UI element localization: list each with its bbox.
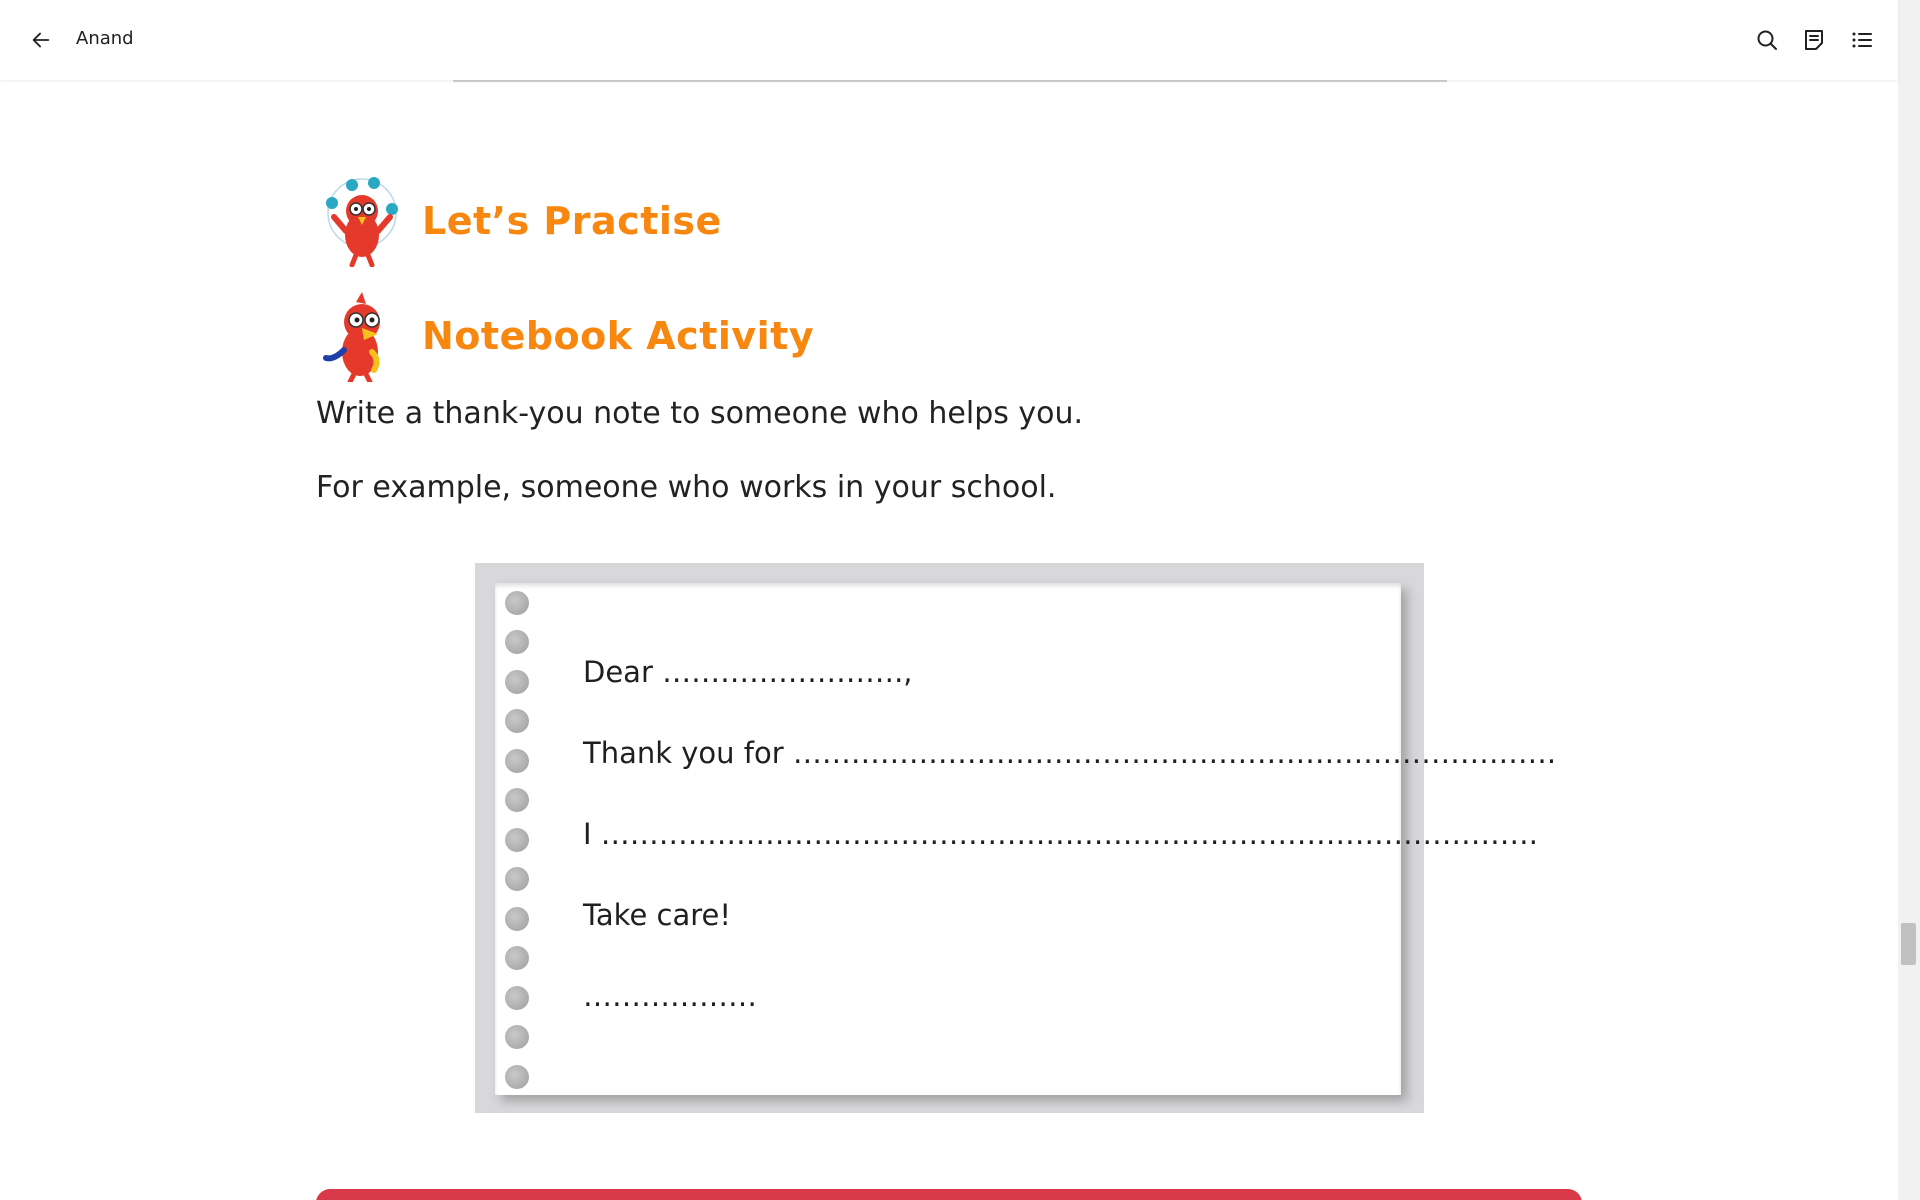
list-icon: [1852, 32, 1872, 48]
thank-you-note-image: Dear ……………………., Thank you for ……………………………: [475, 563, 1556, 1113]
reader-toolbar: Anand: [0, 0, 1898, 80]
binder-hole: [505, 749, 529, 773]
book-title: Anand: [76, 28, 134, 49]
instruction-text: Write a thank-you note to someone who he…: [316, 396, 1084, 431]
binder-hole: [505, 986, 529, 1010]
search-button[interactable]: [1751, 24, 1783, 56]
example-text: For example, someone who works in your s…: [316, 470, 1057, 505]
binder-hole: [505, 670, 529, 694]
binder-hole: [505, 1065, 529, 1089]
note-body-line: I …………………………………………………………………………………….: [583, 817, 1538, 851]
binder-hole: [505, 788, 529, 812]
binder-hole: [505, 709, 529, 733]
scrollbar-thumb[interactable]: [1901, 923, 1916, 965]
note-paper: Dear ……………………., Thank you for ……………………………: [495, 583, 1556, 1095]
notes-button[interactable]: [1798, 24, 1830, 56]
search-icon: [1757, 30, 1777, 50]
note-thanks-line: Thank you for ………………………………………………………………………: [583, 736, 1557, 770]
notebook-title: Notebook Activity: [422, 314, 815, 358]
binder-hole: [505, 630, 529, 654]
reader-content: Let’s Practise Notebook Activity Write a…: [0, 0, 1898, 1200]
juggling-mascot-icon: [326, 177, 398, 267]
notebook-activity-heading: Notebook Activity: [316, 290, 814, 382]
binder-hole: [505, 591, 529, 615]
binder-hole: [505, 907, 529, 931]
note-greeting: Dear …………………….,: [583, 655, 913, 689]
note-signature: ………………: [583, 979, 757, 1013]
note-closing: Take care!: [583, 898, 731, 932]
arrow-left-icon: [32, 32, 50, 48]
practise-title: Let’s Practise: [422, 199, 722, 243]
section-divider: [453, 80, 1447, 82]
binder-hole: [505, 867, 529, 891]
next-section-banner: [316, 1189, 1582, 1200]
notes-icon: [1805, 30, 1823, 50]
contents-button[interactable]: [1846, 24, 1878, 56]
back-button[interactable]: [25, 24, 57, 56]
binder-hole: [505, 828, 529, 852]
scrollbar-track[interactable]: [1898, 0, 1920, 1200]
lets-practise-heading: Let’s Practise: [316, 175, 722, 267]
parrot-mascot-icon: [323, 292, 380, 382]
binder-hole: [505, 1025, 529, 1049]
binder-hole: [505, 946, 529, 970]
